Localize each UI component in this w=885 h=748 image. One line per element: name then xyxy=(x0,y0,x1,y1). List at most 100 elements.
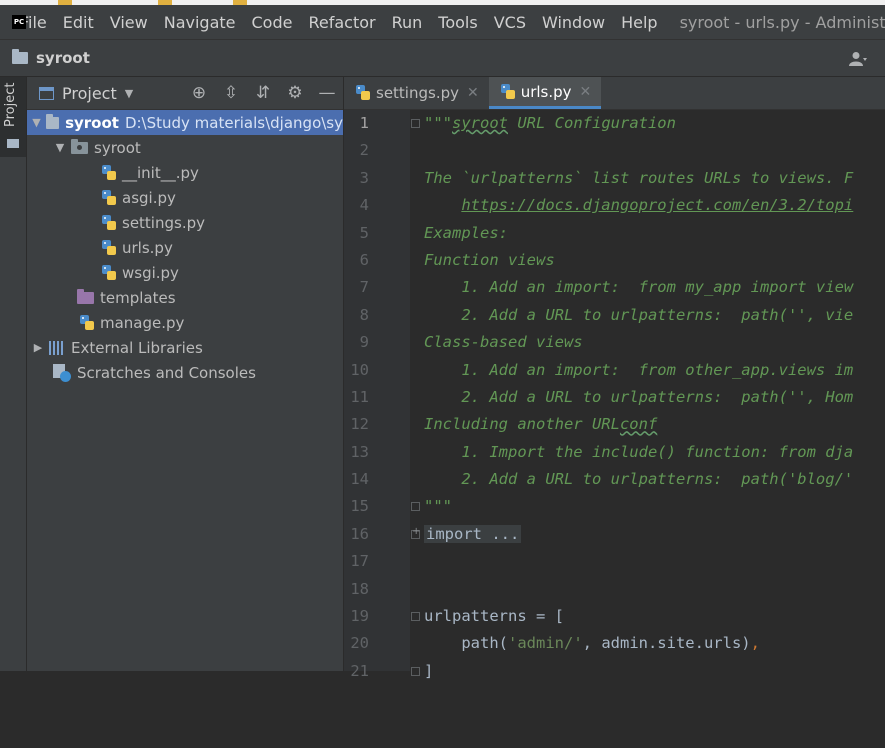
gear-icon[interactable]: ⚙ xyxy=(285,83,305,103)
docstring-text: 2. Add a URL to urlpatterns: path('', Ho… xyxy=(424,387,854,406)
menu-window[interactable]: Window xyxy=(542,13,605,32)
line-number: 4 xyxy=(359,196,369,215)
expand-arrow-icon[interactable]: ▼ xyxy=(31,116,42,129)
code-line: 5 Examples: xyxy=(344,220,885,247)
tree-root-name: syroot xyxy=(65,113,119,132)
project-tree: ▼ syroot D:\Study materials\django\sy ▼ … xyxy=(27,110,343,385)
line-number: 12 xyxy=(350,415,369,434)
string-literal: 'admin/' xyxy=(508,634,583,653)
fold-marker-icon[interactable] xyxy=(411,666,420,676)
tree-row-file[interactable]: wsgi.py xyxy=(27,260,343,285)
expand-fold-icon[interactable] xyxy=(411,526,420,539)
panel-icon xyxy=(39,86,54,100)
project-tool-tab[interactable]: Project xyxy=(0,77,26,157)
collapse-all-icon[interactable]: ⇵ xyxy=(253,83,273,103)
menu-vcs[interactable]: VCS xyxy=(494,13,526,32)
tree-row-root[interactable]: ▼ syroot D:\Study materials\django\sy xyxy=(27,110,343,135)
docstring-word: conf xyxy=(619,415,658,434)
folder-icon xyxy=(12,49,28,64)
code-line: 19 urlpatterns = [ xyxy=(344,603,885,630)
menu-view[interactable]: View xyxy=(110,13,148,32)
docstring-text: URL Configuration xyxy=(508,114,676,132)
menu-run[interactable]: Run xyxy=(392,13,423,32)
fold-marker-icon[interactable] xyxy=(411,612,420,622)
menu-edit[interactable]: Edit xyxy=(63,13,94,32)
code-area[interactable]: 1 """syroot URL Configuration 2 3 The `u… xyxy=(344,110,885,713)
menu-help[interactable]: Help xyxy=(621,13,657,32)
tree-package-name: syroot xyxy=(94,138,141,157)
docstring-text: 1. Import the include() function: from d… xyxy=(424,442,854,461)
menu-refactor[interactable]: Refactor xyxy=(308,13,375,32)
tree-row-file[interactable]: urls.py xyxy=(27,235,343,260)
tree-row-file[interactable]: __init__.py xyxy=(27,160,343,185)
menu-navigate[interactable]: Navigate xyxy=(164,13,236,32)
tree-row-templates[interactable]: templates xyxy=(27,285,343,310)
tree-external-libraries-label: External Libraries xyxy=(71,338,203,357)
line-number: 19 xyxy=(350,607,369,626)
menu-code[interactable]: Code xyxy=(252,13,293,32)
chevron-right-icon[interactable]: ▶ xyxy=(31,341,45,354)
folded-imports[interactable]: import ... xyxy=(424,524,522,543)
close-icon[interactable]: ✕ xyxy=(467,85,479,101)
code-comma: , xyxy=(750,634,760,653)
menu-bar: PC File Edit View Navigate Code Refactor… xyxy=(0,5,885,40)
line-number: 7 xyxy=(359,278,369,297)
line-number: 8 xyxy=(359,305,369,324)
tab-settings-py[interactable]: settings.py ✕ xyxy=(344,77,489,109)
docstring-link[interactable]: https://docs.djangoproject.com/en/3.2/to… xyxy=(461,196,853,214)
docstring-word: syroot xyxy=(452,114,508,132)
code-line: 8 2. Add a URL to urlpatterns: path('', … xyxy=(344,302,885,329)
tree-row-file[interactable]: settings.py xyxy=(27,210,343,235)
python-file-icon xyxy=(102,264,116,281)
tab-label: settings.py xyxy=(376,84,459,102)
code-line: 1 """syroot URL Configuration xyxy=(344,110,885,137)
tree-row-manage[interactable]: manage.py xyxy=(27,310,343,335)
project-folder-icon xyxy=(45,113,60,129)
menu-tools[interactable]: Tools xyxy=(438,13,477,32)
close-icon[interactable]: ✕ xyxy=(580,84,592,100)
tree-root-path: D:\Study materials\django\sy xyxy=(124,113,343,132)
tab-label: urls.py xyxy=(520,82,572,101)
user-account-icon[interactable] xyxy=(849,51,867,67)
window-title: syroot - urls.py - Administra xyxy=(679,12,885,32)
templates-folder-icon xyxy=(77,288,94,304)
docstring-text: Examples: xyxy=(424,223,508,242)
docstring-text: Including another URL xyxy=(424,415,620,434)
expand-all-icon[interactable]: ⇳ xyxy=(221,83,241,103)
fold-marker-icon[interactable] xyxy=(411,119,420,128)
docstring-text: 2. Add a URL to urlpatterns: path('blog/… xyxy=(424,470,854,489)
line-number: 13 xyxy=(350,442,369,461)
code-line: 9 Class-based views xyxy=(344,329,885,356)
python-file-icon xyxy=(500,83,515,100)
tree-row-scratches[interactable]: Scratches and Consoles xyxy=(27,360,343,385)
tree-row-package[interactable]: ▼ syroot xyxy=(27,135,343,160)
tree-row-external-libraries[interactable]: ▶ External Libraries xyxy=(27,335,343,360)
project-view-selector[interactable]: Project ▼ xyxy=(39,84,133,103)
code-line: 18 xyxy=(344,576,885,603)
fold-marker-icon[interactable] xyxy=(411,502,420,512)
code-line: 12 Including another URLconf xyxy=(344,411,885,438)
editor-tabs: settings.py ✕ urls.py ✕ xyxy=(344,77,885,110)
code-text: , admin.site.urls) xyxy=(582,634,751,653)
python-file-icon xyxy=(102,214,116,231)
hide-panel-icon[interactable]: — xyxy=(317,83,337,103)
package-folder-icon xyxy=(71,138,88,154)
tree-file-label: urls.py xyxy=(122,238,173,257)
line-number: 9 xyxy=(359,333,369,352)
code-text: path( xyxy=(424,634,508,653)
tab-urls-py[interactable]: urls.py ✕ xyxy=(488,77,602,109)
library-icon xyxy=(49,340,65,355)
project-tool-tab-label: Project xyxy=(3,82,18,127)
line-number: 3 xyxy=(359,168,369,187)
tree-file-label: __init__.py xyxy=(122,163,199,182)
nav-project-breadcrumb[interactable]: syroot xyxy=(12,49,90,67)
docstring-text: 1. Add an import: from other_app.views i… xyxy=(424,360,854,379)
project-panel: Project ▼ ⊕ ⇳ ⇵ ⚙ — ▼ syroot D:\Study ma… xyxy=(27,77,343,671)
line-number: 5 xyxy=(359,223,369,242)
line-number: 10 xyxy=(350,360,369,379)
tree-row-file[interactable]: asgi.py xyxy=(27,185,343,210)
expand-arrow-icon[interactable]: ▼ xyxy=(53,141,67,154)
python-file-icon xyxy=(80,314,94,331)
locate-file-icon[interactable]: ⊕ xyxy=(189,83,209,103)
